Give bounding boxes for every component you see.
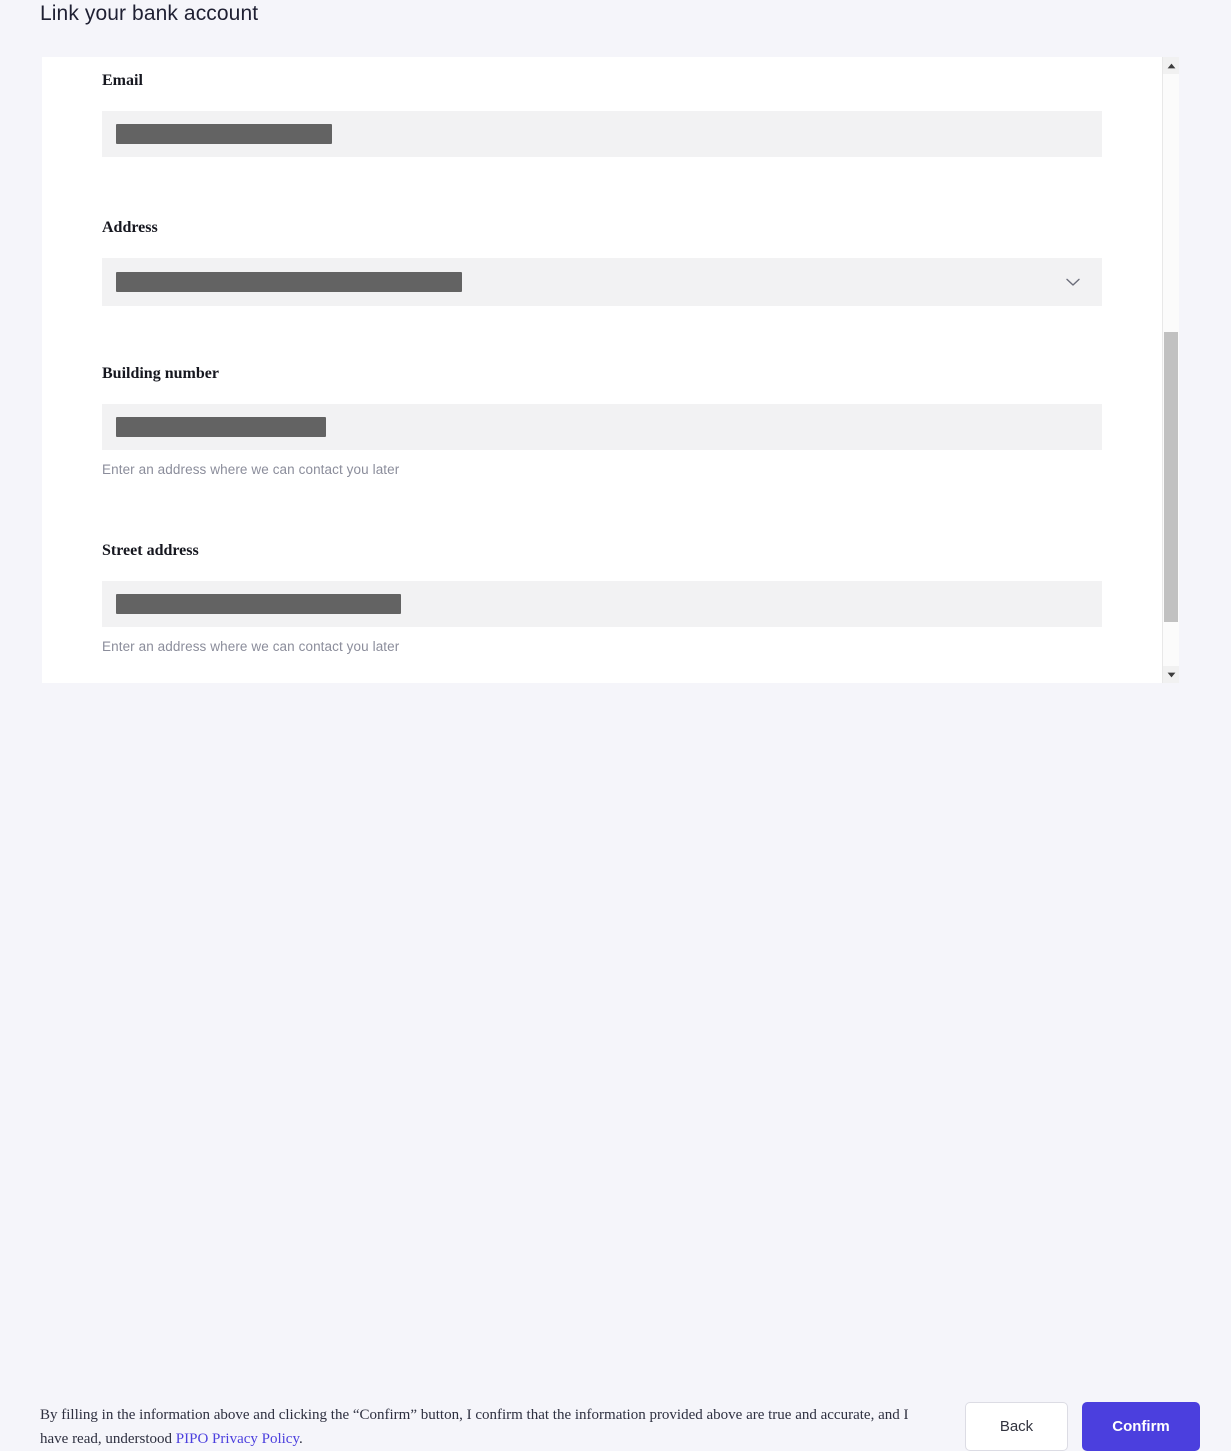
scroll-down-icon[interactable] [1163, 666, 1179, 683]
redacted-value-email [116, 124, 332, 144]
legal-text-before: By filling in the information above and … [40, 1407, 908, 1447]
footer-bar: By filling in the information above and … [0, 683, 1231, 781]
address-select[interactable] [102, 258, 1102, 306]
field-group-building-number: Building number Enter an address where w… [102, 364, 1102, 479]
confirm-button[interactable]: Confirm [1082, 1402, 1200, 1451]
redacted-value-address [116, 272, 462, 292]
field-label-street-address: Street address [102, 541, 1102, 561]
back-button[interactable]: Back [965, 1402, 1068, 1451]
footer-actions: Back Confirm [965, 1402, 1200, 1451]
redacted-value-street-address [116, 594, 401, 614]
legal-disclaimer: By filling in the information above and … [40, 1403, 920, 1451]
field-group-address: Address [102, 218, 1102, 306]
scrollbar-thumb[interactable] [1164, 332, 1178, 622]
building-number-field[interactable] [102, 404, 1102, 450]
email-field[interactable] [102, 111, 1102, 157]
scroll-up-icon[interactable] [1163, 57, 1179, 74]
field-hint-street-address: Enter an address where we can contact yo… [102, 638, 1102, 656]
redacted-value-building-number [116, 417, 326, 437]
field-group-street-address: Street address Enter an address where we… [102, 541, 1102, 656]
field-label-address: Address [102, 218, 1102, 238]
field-label-email: Email [102, 71, 1102, 91]
legal-text-after: . [299, 1431, 303, 1447]
privacy-policy-link[interactable]: PIPO Privacy Policy [176, 1431, 299, 1447]
field-group-email: Email [102, 71, 1102, 157]
form-scrollbar[interactable] [1162, 57, 1179, 683]
field-hint-building-number: Enter an address where we can contact yo… [102, 461, 1102, 479]
chevron-down-icon[interactable] [1066, 275, 1080, 289]
street-address-field[interactable] [102, 581, 1102, 627]
form-card: Email Address Building number [42, 57, 1162, 683]
field-label-building-number: Building number [102, 364, 1102, 384]
scrollbar-track[interactable] [1163, 74, 1179, 666]
page-title: Link your bank account [40, 2, 258, 26]
